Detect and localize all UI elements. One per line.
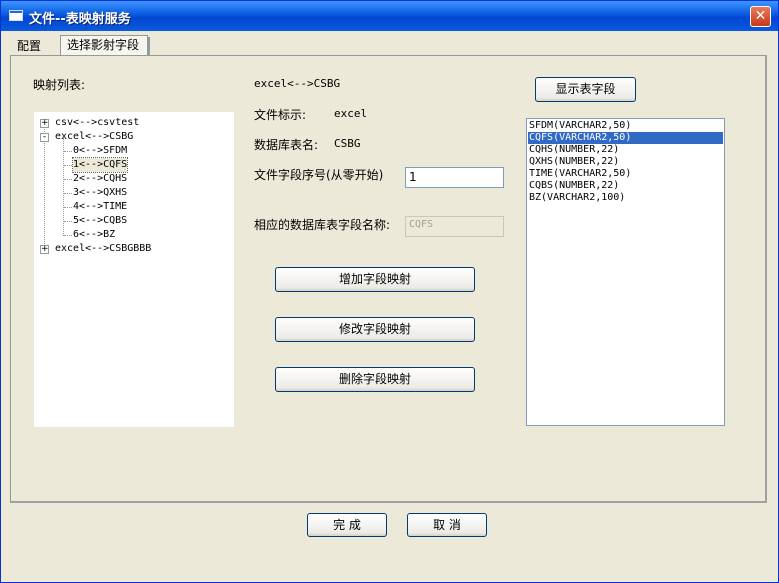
field-index-label: 文件字段序号(从零开始)	[254, 168, 384, 182]
title-bar[interactable]: 文件--表映射服务 ✕	[1, 1, 778, 31]
modify-mapping-button[interactable]: 修改字段映射	[275, 317, 475, 342]
tree-node-field[interactable]: 6<-->BZ	[73, 228, 115, 242]
table-name-label: 数据库表名:	[254, 138, 319, 152]
add-mapping-button[interactable]: 增加字段映射	[275, 267, 475, 292]
tree-line	[64, 179, 72, 180]
tab-panel: 映射列表: + csv<-->csvtest - excel<-->CSBG 0…	[10, 55, 767, 503]
tree-node-field[interactable]: 2<-->CQHS	[73, 172, 127, 186]
table-fields-list[interactable]: SFDM(VARCHAR2,50) CQFS(VARCHAR2,50) CQHS…	[526, 118, 725, 426]
expand-icon[interactable]: +	[40, 245, 49, 254]
list-item[interactable]: CQHS(NUMBER,22)	[528, 144, 723, 156]
window-icon	[9, 10, 23, 21]
tab-config[interactable]: 配置	[11, 37, 53, 56]
tree-line	[64, 165, 72, 166]
tree-node-field[interactable]: 0<-->SFDM	[73, 144, 127, 158]
tree-node-field[interactable]: 4<-->TIME	[73, 200, 127, 214]
tab-config-label: 配置	[17, 39, 42, 53]
db-field-value: CQFS	[409, 219, 434, 230]
mapping-tree[interactable]: + csv<-->csvtest - excel<-->CSBG 0<-->SF…	[34, 112, 234, 427]
tree-node-field[interactable]: 3<-->QXHS	[73, 186, 127, 200]
tree-node-csv[interactable]: csv<-->csvtest	[55, 116, 139, 130]
close-button[interactable]: ✕	[750, 6, 771, 27]
tab-select-mapping-fields[interactable]: 选择影射字段	[60, 35, 150, 56]
tree-line	[64, 235, 72, 236]
db-field-input: CQFS	[405, 216, 504, 237]
file-id-label: 文件标示:	[254, 108, 307, 122]
mapping-list-label: 映射列表:	[33, 78, 86, 92]
db-field-label: 相应的数据库表字段名称:	[254, 218, 391, 232]
finish-button[interactable]: 完 成	[307, 513, 387, 537]
close-icon: ✕	[754, 8, 767, 24]
expand-icon[interactable]: +	[40, 119, 49, 128]
tree-line	[64, 151, 72, 152]
tree-node-field-selected[interactable]: 1<-->CQFS	[71, 157, 129, 173]
delete-mapping-button[interactable]: 删除字段映射	[275, 367, 475, 392]
tree-line	[44, 124, 45, 252]
window-title: 文件--表映射服务	[29, 12, 131, 27]
list-item[interactable]: SFDM(VARCHAR2,50)	[528, 120, 723, 132]
cancel-button[interactable]: 取 消	[407, 513, 487, 537]
tree-node-field[interactable]: 5<-->CQBS	[73, 214, 127, 228]
list-item[interactable]: CQBS(NUMBER,22)	[528, 180, 723, 192]
file-id-value: excel	[334, 107, 368, 120]
list-item[interactable]: QXHS(NUMBER,22)	[528, 156, 723, 168]
field-index-input[interactable]: 1	[405, 167, 504, 188]
tree-line	[64, 207, 72, 208]
tree-line	[64, 193, 72, 194]
table-name-value: CSBG	[334, 137, 361, 150]
tab-select-mapping-fields-label: 选择影射字段	[67, 38, 140, 52]
tree-node-excel-csbg[interactable]: excel<-->CSBG	[55, 130, 133, 144]
field-index-value: 1	[409, 170, 417, 184]
mapping-title: excel<-->CSBG	[254, 77, 341, 90]
show-fields-button[interactable]: 显示表字段	[535, 77, 636, 102]
list-item-selected[interactable]: CQFS(VARCHAR2,50)	[528, 132, 723, 144]
list-item[interactable]: TIME(VARCHAR2,50)	[528, 168, 723, 180]
tree-node-excel-csbgbbb[interactable]: excel<-->CSBGBBB	[55, 242, 151, 256]
window: 文件--表映射服务 ✕ 配置 选择影射字段 映射列表: + csv<-->csv…	[0, 0, 779, 583]
collapse-icon[interactable]: -	[40, 133, 49, 142]
list-item[interactable]: BZ(VARCHAR2,100)	[528, 192, 723, 204]
tree-line	[64, 221, 72, 222]
